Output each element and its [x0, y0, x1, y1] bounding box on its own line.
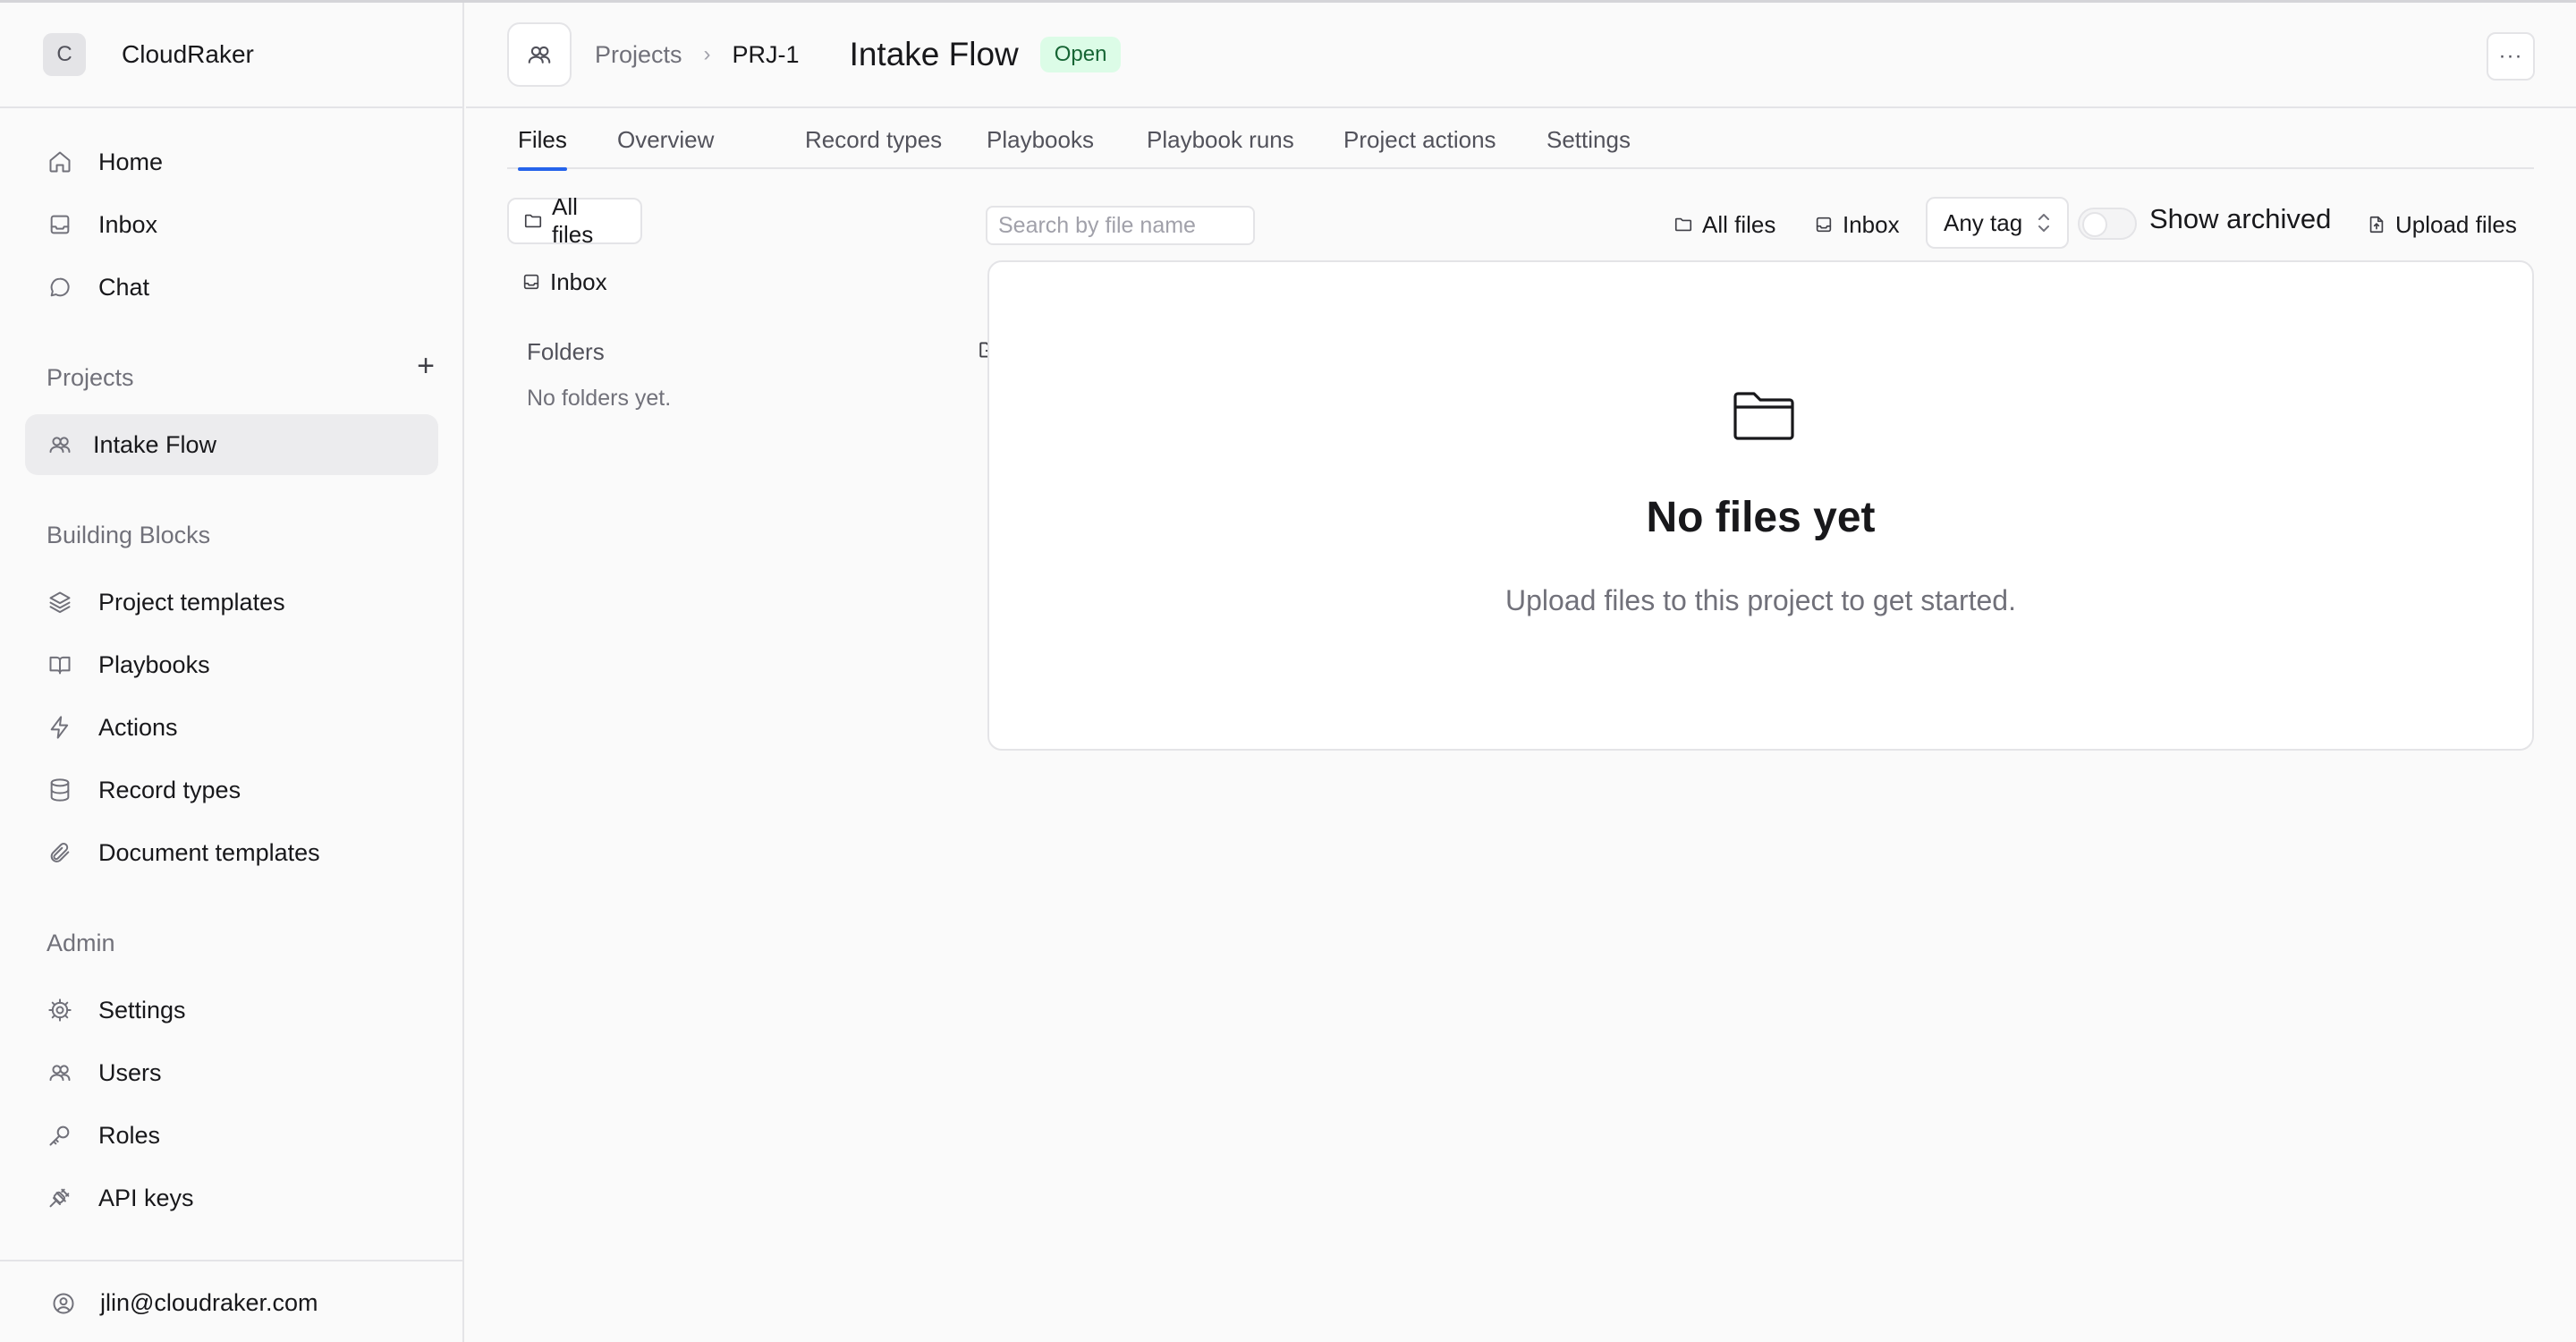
users-icon	[45, 1057, 75, 1088]
gear-icon	[45, 995, 75, 1025]
inbox-icon	[45, 209, 75, 240]
sidebar-item-document-templates[interactable]: Document templates	[25, 822, 438, 883]
tab-record-types[interactable]: Record types	[805, 110, 942, 169]
project-icon	[507, 22, 572, 87]
sidebar-item-label: Inbox	[98, 210, 158, 238]
sidebar-item-chat[interactable]: Chat	[25, 257, 438, 318]
search-input[interactable]	[986, 206, 1255, 245]
sidebar-item-inbox[interactable]: Inbox	[25, 194, 438, 255]
folders-title: Folders	[527, 338, 605, 365]
chevron-up-down-icon	[2035, 209, 2053, 236]
breadcrumb-projects[interactable]: Projects	[595, 41, 682, 69]
page-title: Intake Flow	[849, 36, 1019, 72]
main-content: Projects › PRJ-1 Intake Flow Open ··· Fi…	[466, 3, 2576, 1342]
org-switcher[interactable]: C CloudRaker	[0, 3, 462, 108]
files-empty-state: No files yet Upload files to this projec…	[987, 260, 2534, 751]
sidebar-item-label: Settings	[98, 996, 186, 1023]
tab-settings[interactable]: Settings	[1546, 110, 1631, 169]
tab-playbook-runs[interactable]: Playbook runs	[1147, 110, 1294, 169]
user-menu[interactable]: jlin@cloudraker.com	[0, 1260, 464, 1342]
sidebar-item-label: Home	[98, 148, 164, 175]
inbox-icon	[1814, 215, 1834, 234]
sidebar-item-playbooks[interactable]: Playbooks	[25, 634, 438, 695]
all-files-label: All files	[552, 193, 594, 248]
chevron-right-icon: ›	[703, 42, 711, 66]
users-icon	[45, 429, 75, 460]
admin-section-title: Admin	[47, 930, 115, 956]
users-icon	[528, 46, 551, 64]
org-avatar: C	[43, 33, 86, 76]
status-badge: Open	[1039, 37, 1122, 72]
filter-inbox-button[interactable]: Inbox	[1814, 201, 1900, 248]
tab-playbooks[interactable]: Playbooks	[987, 110, 1094, 169]
tab-overview[interactable]: Overview	[617, 110, 714, 169]
folder-icon	[1674, 215, 1693, 234]
sidebar: C CloudRaker Home Inbox Chat Projects + …	[0, 3, 464, 1342]
sidebar-item-label: API keys	[98, 1184, 194, 1211]
filter-inbox-label: Inbox	[1843, 210, 1900, 238]
sidebar-item-settings[interactable]: Settings	[25, 980, 438, 1040]
sidebar-item-label: Actions	[98, 713, 178, 741]
sidebar-item-actions[interactable]: Actions	[25, 697, 438, 758]
sidebar-item-label: Users	[98, 1058, 162, 1086]
sidebar-item-home[interactable]: Home	[25, 132, 438, 192]
inbox-icon	[521, 272, 541, 292]
sidebar-item-label: Chat	[98, 273, 150, 301]
projects-section-title: Projects	[47, 364, 134, 391]
sidebar-item-label: Project templates	[98, 588, 285, 616]
org-name: CloudRaker	[122, 40, 254, 68]
page-header: Projects › PRJ-1 Intake Flow Open ···	[466, 3, 2576, 108]
chat-icon	[45, 272, 75, 302]
breadcrumb-project-id[interactable]: PRJ-1	[733, 41, 800, 69]
toggle-knob	[2082, 212, 2107, 237]
sidebar-item-label: Playbooks	[98, 650, 210, 678]
user-email: jlin@cloudraker.com	[100, 1289, 318, 1316]
sidebar-item-label: Document templates	[98, 838, 320, 866]
sidebar-item-label: Intake Flow	[93, 430, 217, 458]
app-window: C CloudRaker Home Inbox Chat Projects + …	[0, 0, 2576, 1342]
sidebar-item-users[interactable]: Users	[25, 1042, 438, 1103]
database-icon	[45, 775, 75, 805]
home-icon	[45, 147, 75, 177]
show-archived-toggle[interactable]	[2078, 208, 2137, 240]
tab-files[interactable]: Files	[518, 110, 567, 171]
file-upload-icon	[2367, 215, 2386, 234]
sidebar-item-intake-flow[interactable]: Intake Flow	[25, 414, 438, 475]
inbox-folder-button[interactable]: Inbox	[507, 259, 623, 305]
add-project-button[interactable]: +	[408, 348, 444, 384]
building-blocks-section-title: Building Blocks	[47, 522, 211, 548]
project-tabs: Files Overview Record types Playbooks Pl…	[507, 110, 2534, 171]
tag-select-value: Any tag	[1944, 208, 2023, 236]
no-folders-text: No folders yet.	[527, 386, 672, 411]
sidebar-item-label: Record types	[98, 776, 242, 803]
more-options-button[interactable]: ···	[2487, 32, 2535, 81]
tag-select[interactable]: Any tag	[1926, 197, 2069, 249]
key-icon	[45, 1120, 75, 1151]
book-icon	[45, 650, 75, 680]
upload-files-button[interactable]: Upload files	[2367, 201, 2517, 248]
empty-state-title: No files yet	[1646, 494, 1876, 541]
filter-all-files-label: All files	[1702, 210, 1776, 238]
folder-icon	[523, 211, 543, 231]
folder-icon	[1732, 387, 1796, 445]
sidebar-item-roles[interactable]: Roles	[25, 1105, 438, 1166]
user-circle-icon	[48, 1288, 79, 1319]
layers-icon	[45, 587, 75, 617]
sidebar-item-project-templates[interactable]: Project templates	[25, 572, 438, 633]
filter-all-files-button[interactable]: All files	[1674, 201, 1775, 248]
show-archived-label: Show archived	[2149, 203, 2332, 234]
sidebar-item-api-keys[interactable]: API keys	[25, 1168, 438, 1228]
lightning-icon	[45, 712, 75, 743]
sidebar-item-label: Roles	[98, 1121, 161, 1149]
plug-icon	[45, 1183, 75, 1213]
all-files-button[interactable]: All files	[507, 193, 642, 248]
paperclip-icon	[45, 837, 75, 868]
upload-files-label: Upload files	[2395, 210, 2517, 238]
inbox-label: Inbox	[550, 268, 607, 295]
sidebar-item-record-types[interactable]: Record types	[25, 760, 438, 820]
empty-state-subtitle: Upload files to this project to get star…	[1505, 584, 2016, 616]
tab-project-actions[interactable]: Project actions	[1343, 110, 1496, 169]
